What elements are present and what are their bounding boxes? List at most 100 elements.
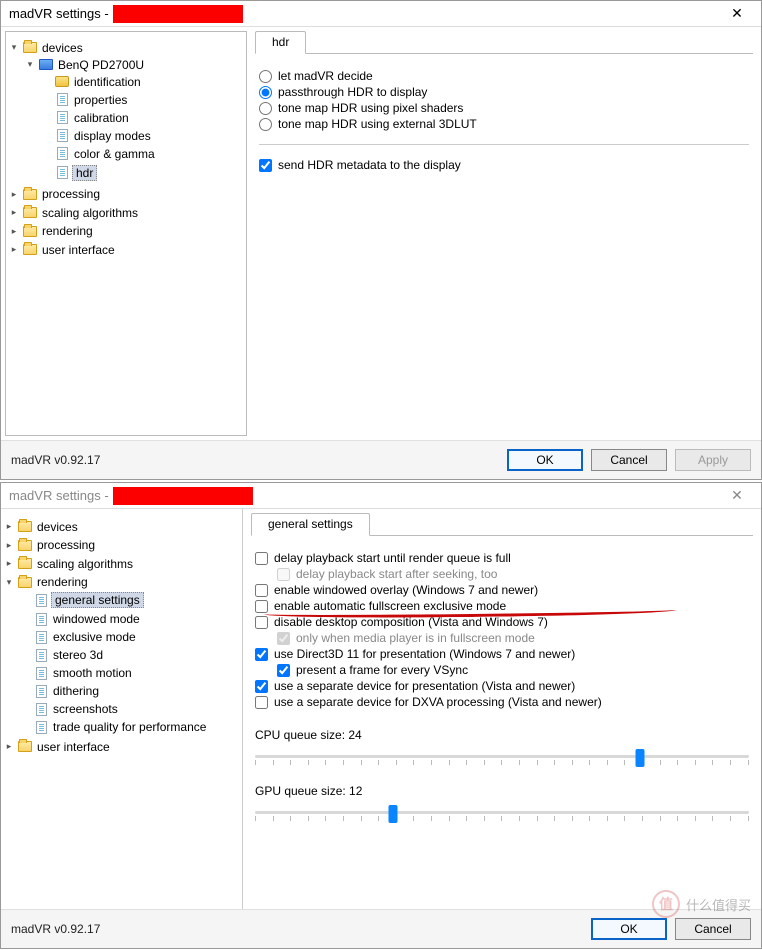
window-title: madVR settings - [9,488,109,503]
titlebar[interactable]: madVR settings - ✕ [1,483,761,509]
radio-pixel-shaders[interactable]: tone map HDR using pixel shaders [259,100,753,116]
redacted-title [113,487,253,505]
redline-annotation: enable automatic fullscreen exclusive mo… [274,599,506,613]
page-icon [36,594,47,607]
page-icon [36,721,47,734]
folder-icon [18,741,32,752]
folder-icon [23,226,37,237]
chevron-right-icon: ▸ [3,558,15,570]
folder-icon [18,521,32,532]
folder-icon [23,42,37,53]
tree-processing[interactable]: ▸processing [3,537,238,553]
tree-ui[interactable]: ▸user interface [8,242,242,258]
tree-rendering[interactable]: ▸rendering [8,223,242,239]
tree-devices[interactable]: ▾devices [8,40,242,56]
check-windowed-overlay[interactable]: enable windowed overlay (Windows 7 and n… [255,582,753,598]
tabstrip: hdr [255,31,753,54]
close-button[interactable]: ✕ [717,2,757,26]
check-sep-present[interactable]: use a separate device for presentation (… [255,678,753,694]
tree-dithering[interactable]: ▸dithering [19,683,238,699]
tree-panel: ▾devices ▾BenQ PD2700U ▸identification ▸… [5,31,247,436]
check-delay-seek: delay playback start after seeking, too [277,566,753,582]
button-bar: madVR v0.92.17 OK Cancel Apply [1,440,761,479]
tree-properties[interactable]: ▸properties [40,92,242,108]
tree-general-settings[interactable]: ▸general settings [19,591,238,609]
page-icon [36,613,47,626]
tree-windowed-mode[interactable]: ▸windowed mode [19,611,238,627]
version-label: madVR v0.92.17 [11,922,100,936]
check-only-fullscreen: only when media player is in fullscreen … [277,630,753,646]
tree-smooth-motion[interactable]: ▸smooth motion [19,665,238,681]
tree-processing[interactable]: ▸processing [8,186,242,202]
close-icon: ✕ [731,487,743,504]
ok-button[interactable]: OK [507,449,583,471]
redacted-title [113,5,243,23]
gpu-queue-label: GPU queue size: 12 [255,784,749,798]
tree-device-benq[interactable]: ▾BenQ PD2700U [24,57,242,73]
check-fse[interactable]: enable automatic fullscreen exclusive mo… [255,598,753,614]
chevron-right-icon: ▸ [8,207,20,219]
page-icon [57,129,68,142]
close-button[interactable]: ✕ [717,484,757,508]
folder-icon [18,540,32,551]
tree-identification[interactable]: ▸identification [40,74,242,90]
titlebar[interactable]: madVR settings - ✕ [1,1,761,27]
tree-trade-quality[interactable]: ▸trade quality for performance [19,719,238,735]
slider-thumb[interactable] [636,749,645,767]
badge-icon [55,76,69,87]
tree-panel: ▸devices ▸processing ▸scaling algorithms… [1,509,243,909]
tab-general-settings[interactable]: general settings [251,513,370,536]
radio-3dlut[interactable]: tone map HDR using external 3DLUT [259,116,753,132]
tree-hdr[interactable]: ▸hdr [40,164,242,182]
content-panel: general settings delay playback start un… [243,509,761,909]
cancel-button[interactable]: Cancel [591,449,667,471]
check-present-vsync[interactable]: present a frame for every VSync [277,662,753,678]
chevron-right-icon: ▸ [3,539,15,551]
tab-hdr[interactable]: hdr [255,31,306,54]
check-delay-start[interactable]: delay playback start until render queue … [255,550,753,566]
page-icon [36,631,47,644]
tree-calibration[interactable]: ▸calibration [40,110,242,126]
page-icon [36,685,47,698]
cpu-queue-slider[interactable] [255,746,749,768]
tree-stereo-3d[interactable]: ▸stereo 3d [19,647,238,663]
slider-thumb[interactable] [389,805,398,823]
radio-passthrough[interactable]: passthrough HDR to display [259,84,753,100]
tree-devices[interactable]: ▸devices [3,519,238,535]
version-label: madVR v0.92.17 [11,453,100,467]
tree-screenshots[interactable]: ▸screenshots [19,701,238,717]
check-sep-dxva[interactable]: use a separate device for DXVA processin… [255,694,753,710]
folder-icon [23,244,37,255]
page-icon [36,649,47,662]
close-icon: ✕ [731,5,743,22]
tree-display-modes[interactable]: ▸display modes [40,128,242,144]
page-icon [57,111,68,124]
chevron-right-icon: ▸ [8,244,20,256]
ok-button[interactable]: OK [591,918,667,940]
apply-button: Apply [675,449,751,471]
window-title: madVR settings - [9,6,109,21]
tabstrip: general settings [251,513,753,536]
radio-let-decide[interactable]: let madVR decide [259,68,753,84]
chevron-down-icon: ▾ [8,42,20,54]
tree-color-gamma[interactable]: ▸color & gamma [40,146,242,162]
chevron-right-icon: ▸ [8,188,20,200]
monitor-icon [39,59,53,70]
tree-exclusive-mode[interactable]: ▸exclusive mode [19,629,238,645]
tree-scaling[interactable]: ▸scaling algorithms [8,205,242,221]
button-bar: madVR v0.92.17 OK Cancel [1,909,761,948]
separator [259,144,749,145]
tree-scaling[interactable]: ▸scaling algorithms [3,556,238,572]
tree-rendering[interactable]: ▾rendering [3,574,238,590]
tree-ui[interactable]: ▸user interface [3,739,238,755]
chevron-down-icon: ▾ [3,576,15,588]
folder-icon [23,189,37,200]
cancel-button[interactable]: Cancel [675,918,751,940]
gpu-queue-slider[interactable] [255,802,749,824]
check-d3d11[interactable]: use Direct3D 11 for presentation (Window… [255,646,753,662]
folder-icon [18,558,32,569]
check-metadata[interactable]: send HDR metadata to the display [259,157,753,173]
page-icon [57,166,68,179]
page-icon [36,703,47,716]
chevron-right-icon: ▸ [8,225,20,237]
